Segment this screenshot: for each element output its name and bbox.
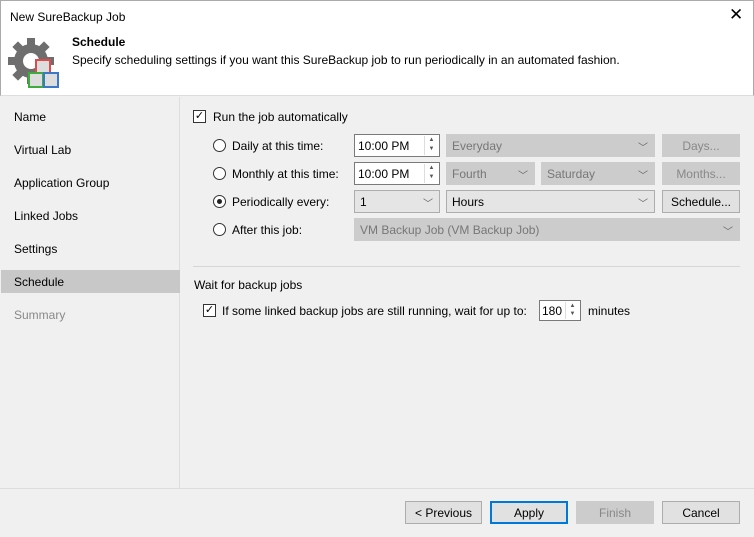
step-summary: Summary — [14, 308, 66, 322]
step-name[interactable]: Name — [1, 105, 180, 128]
finish-button: Finish — [576, 501, 654, 524]
monthly-time-value: 10:00 PM — [358, 167, 410, 181]
period-unit-select[interactable]: Hours ﹀ — [446, 190, 655, 213]
step-linked-jobs[interactable]: Linked Jobs — [1, 204, 180, 227]
period-unit: Hours — [452, 195, 485, 209]
monthly-radio[interactable] — [213, 167, 226, 180]
step-application-group[interactable]: Application Group — [1, 171, 180, 194]
time-spinner[interactable]: ▲ ▼ — [424, 136, 438, 155]
days-value: Everyday — [452, 139, 503, 153]
wait-section-title: Wait for backup jobs — [194, 278, 303, 292]
periodic-radio[interactable] — [213, 195, 226, 208]
after-job-label: After this job: — [232, 223, 303, 237]
weekday-value: Saturday — [547, 167, 596, 181]
monthly-label: Monthly at this time: — [232, 167, 339, 181]
daily-time-value: 10:00 PM — [358, 139, 410, 153]
wait-minutes-value: 180 — [542, 304, 563, 318]
after-job-value: VM Backup Job (VM Backup Job) — [360, 223, 540, 237]
schedule-button[interactable]: Schedule... — [662, 190, 740, 213]
chevron-down-icon: ﹀ — [638, 199, 648, 210]
days-button: Days... — [662, 134, 740, 157]
divider — [193, 266, 740, 267]
week-select: Fourth ﹀ — [446, 162, 535, 185]
apply-button[interactable]: Apply — [490, 501, 568, 524]
after-job-select: VM Backup Job (VM Backup Job) ﹀ — [354, 218, 740, 241]
wizard-steps: Name Virtual Lab Application Group Linke… — [1, 97, 180, 488]
step-virtual-lab[interactable]: Virtual Lab — [1, 138, 180, 161]
daily-radio[interactable] — [213, 139, 226, 152]
chevron-down-icon: ﹀ — [638, 143, 648, 154]
wait-minutes-input[interactable]: 180 ▲ ▼ — [539, 300, 581, 321]
time-spinner[interactable]: ▲ ▼ — [424, 164, 438, 183]
wait-checkbox[interactable]: ✓ — [203, 304, 216, 317]
minutes-label: minutes — [588, 304, 631, 318]
wizard-footer: < Previous Apply Finish Cancel — [0, 488, 754, 537]
weekday-select: Saturday ﹀ — [541, 162, 655, 185]
title-bar: New SureBackup Job ✕ — [0, 0, 754, 30]
cancel-button[interactable]: Cancel — [662, 501, 740, 524]
chevron-down-icon: ﹀ — [638, 171, 648, 182]
surebackup-gear-icon — [8, 38, 59, 88]
week-value: Fourth — [452, 167, 487, 181]
days-select: Everyday ﹀ — [446, 134, 655, 157]
window-title: New SureBackup Job — [10, 10, 126, 24]
daily-time-input[interactable]: 10:00 PM ▲ ▼ — [354, 134, 440, 157]
run-automatically-checkbox[interactable]: ✓ — [193, 110, 206, 123]
after-job-radio[interactable] — [213, 223, 226, 236]
step-schedule[interactable]: Schedule — [1, 270, 180, 293]
period-value-select[interactable]: 1 ﹀ — [354, 190, 440, 213]
periodic-label: Periodically every: — [232, 195, 330, 209]
page-description: Specify scheduling settings if you want … — [72, 53, 620, 67]
close-icon[interactable]: ✕ — [729, 5, 743, 25]
wizard-header: Schedule Specify scheduling settings if … — [0, 30, 754, 96]
run-automatically-label: Run the job automatically — [213, 110, 348, 124]
chevron-down-icon: ﹀ — [518, 171, 528, 182]
months-button: Months... — [662, 162, 740, 185]
minutes-spinner[interactable]: ▲ ▼ — [565, 302, 579, 319]
step-settings[interactable]: Settings — [1, 237, 180, 260]
period-value: 1 — [360, 195, 367, 209]
previous-button[interactable]: < Previous — [405, 501, 482, 524]
wait-label: If some linked backup jobs are still run… — [222, 304, 527, 318]
monthly-time-input[interactable]: 10:00 PM ▲ ▼ — [354, 162, 440, 185]
chevron-down-icon: ﹀ — [423, 199, 433, 210]
page-title: Schedule — [72, 35, 126, 49]
schedule-panel: ✓ Run the job automatically Daily at thi… — [181, 97, 753, 488]
daily-label: Daily at this time: — [232, 139, 324, 153]
chevron-down-icon: ﹀ — [723, 227, 733, 238]
